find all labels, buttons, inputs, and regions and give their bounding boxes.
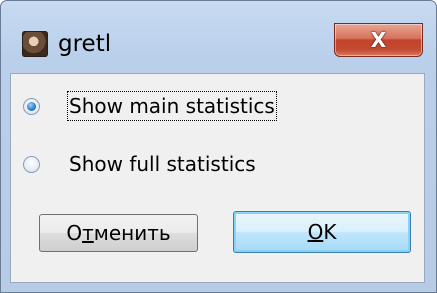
radio-label-show-full-statistics[interactable]: Show full statistics xyxy=(69,151,256,177)
title-bar: gretl X xyxy=(1,1,436,71)
ok-button-label: OK xyxy=(307,220,337,244)
close-icon: X xyxy=(370,28,387,52)
dialog-window: gretl X Show main statistics Show full s… xyxy=(0,0,437,293)
ok-button[interactable]: OK xyxy=(233,211,411,253)
radio-label-show-main-statistics[interactable]: Show main statistics xyxy=(67,91,277,121)
radio-show-full-statistics[interactable] xyxy=(23,156,40,173)
cancel-button[interactable]: Отменить xyxy=(39,214,198,252)
dialog-content: Show main statistics Show full statistic… xyxy=(10,73,425,283)
radio-show-main-statistics[interactable] xyxy=(23,98,40,115)
close-button[interactable]: X xyxy=(334,23,423,57)
window-title: gretl xyxy=(58,31,112,57)
gretl-app-icon[interactable] xyxy=(22,31,48,57)
cancel-button-label: Отменить xyxy=(66,221,171,245)
